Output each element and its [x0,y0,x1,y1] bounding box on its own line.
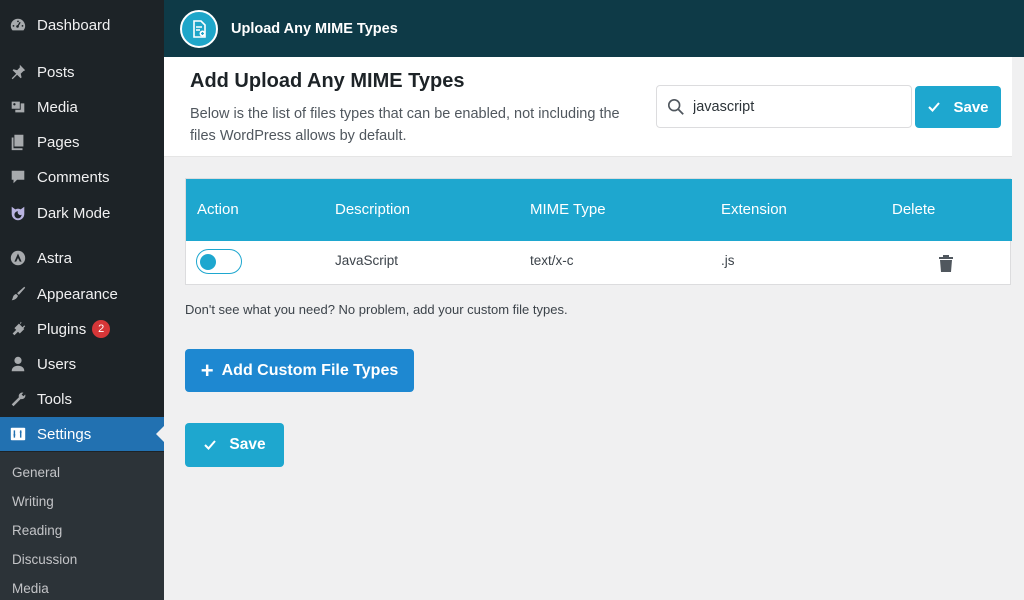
column-header-extension: Extension [721,201,787,218]
save-button-label: Save [953,98,989,116]
sidebar-item-label: Posts [37,63,75,81]
cell-extension: .js [721,253,735,268]
page-description: Below is the list of files types that ca… [190,106,620,144]
submenu-item-reading[interactable]: Reading [12,523,62,538]
sidebar-item-label: Appearance [37,285,118,303]
sidebar-item-label: Plugins [37,320,87,338]
sidebar-item-tools[interactable]: Tools [0,382,164,416]
sidebar-item-users[interactable]: Users [0,347,164,381]
sidebar-item-media[interactable]: Media [0,90,164,124]
add-button-label: Add Custom File Types [221,361,399,379]
checkmark-icon [928,102,941,112]
pages-icon [8,132,28,152]
sidebar-item-label: Settings [37,425,92,443]
admin-sidebar: Dashboard Posts Media Pages Comments Dar… [0,0,164,600]
table-header: Action Description MIME Type Extension D… [186,179,1012,241]
sidebar-item-appearance[interactable]: Appearance [0,277,164,311]
header-panel: Add Upload Any MIME Types Below is the l… [164,57,1012,157]
sidebar-item-label: Dark Mode [37,204,111,222]
plugin-logo-icon [180,9,218,48]
search-icon [667,98,684,115]
sidebar-item-label: Users [37,355,77,373]
astra-icon [8,248,28,268]
save-button-bottom[interactable]: Save [185,423,284,467]
settings-submenu: General Writing Reading Discussion Media [0,452,164,600]
trash-icon[interactable] [938,254,954,272]
update-count-badge: 2 [92,320,111,338]
comment-icon [8,167,28,187]
search-field[interactable] [656,85,912,128]
search-input[interactable] [693,98,893,115]
sidebar-item-label: Comments [37,168,110,186]
sidebar-item-dashboard[interactable]: Dashboard [0,8,164,42]
submenu-item-media[interactable]: Media [12,581,49,596]
column-header-mime-type: MIME Type [530,201,606,218]
sidebar-item-plugins[interactable]: Plugins 2 [0,312,164,346]
add-custom-file-types-button[interactable]: + Add Custom File Types [185,349,414,392]
moon-icon [8,203,28,223]
dashboard-icon [8,15,28,35]
column-header-delete: Delete [892,201,936,218]
sidebar-item-dark-mode[interactable]: Dark Mode [0,196,164,230]
plus-icon: + [200,357,214,383]
plugin-title: Upload Any MIME Types [231,20,398,37]
sidebar-item-pages[interactable]: Pages [0,125,164,159]
column-header-description: Description [335,201,411,218]
enable-toggle[interactable] [196,249,242,274]
sidebar-item-label: Pages [37,133,80,151]
toggle-knob [200,253,216,270]
wrench-icon [8,389,28,409]
user-icon [8,354,28,374]
sidebar-item-label: Tools [37,390,73,408]
save-button-label: Save [229,436,266,453]
sidebar-item-comments[interactable]: Comments [0,160,164,194]
plugin-topbar: Upload Any MIME Types [164,0,1024,57]
checkmark-icon [204,440,217,450]
column-header-action: Action [197,201,239,218]
sidebar-item-label: Media [37,98,78,116]
page-title: Add Upload Any MIME Types [190,70,465,92]
submenu-item-general[interactable]: General [12,465,60,480]
save-button-top[interactable]: Save [915,86,1001,128]
sidebar-item-settings[interactable]: Settings [0,417,164,451]
plug-icon [8,319,28,339]
custom-types-hint: Don't see what you need? No problem, add… [185,302,568,317]
sidebar-item-astra[interactable]: Astra [0,241,164,275]
settings-icon [8,424,28,444]
cell-mime-type: text/x-c [530,253,574,268]
sidebar-item-posts[interactable]: Posts [0,55,164,89]
submenu-item-discussion[interactable]: Discussion [12,552,77,567]
sidebar-item-label: Astra [37,249,73,267]
sidebar-item-label: Dashboard [37,16,111,34]
submenu-item-writing[interactable]: Writing [12,494,54,509]
cell-description: JavaScript [335,253,399,268]
media-icon [8,97,28,117]
mime-types-table: Action Description MIME Type Extension D… [185,178,1012,285]
pushpin-icon [8,62,28,82]
brush-icon [8,284,28,304]
